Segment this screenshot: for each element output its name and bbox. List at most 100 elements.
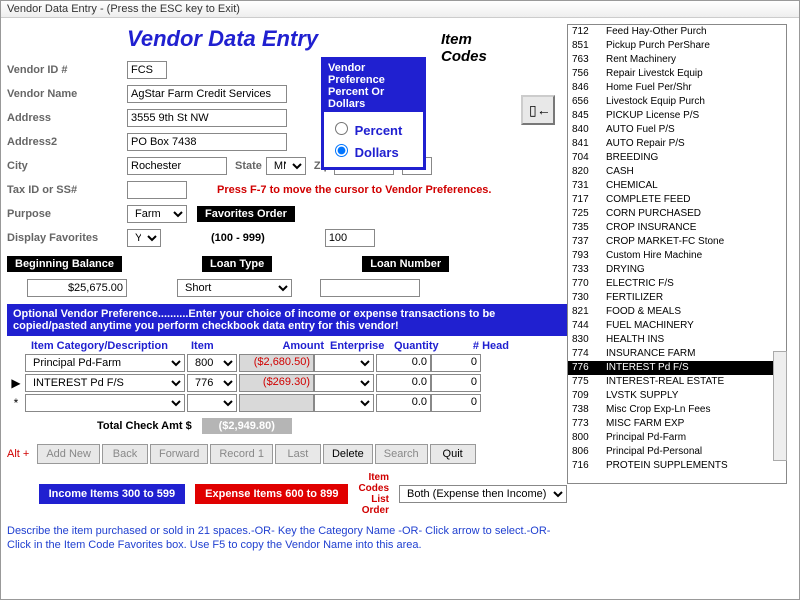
code-row[interactable]: 763Rent Machinery <box>568 53 786 67</box>
head-cell[interactable]: 0 <box>431 374 481 392</box>
code-row[interactable]: 846Home Fuel Per/Shr <box>568 81 786 95</box>
code-row[interactable]: 770ELECTRIC F/S <box>568 277 786 291</box>
list-order-label: Item Codes List Order <box>358 472 389 516</box>
code-row[interactable]: 774INSURANCE FARM <box>568 347 786 361</box>
amount-cell[interactable]: ($269.30) <box>239 374 314 392</box>
table-row: Principal Pd-Farm800($2,680.50) 0.00 <box>7 354 567 372</box>
item-select[interactable]: 800 <box>187 354 237 372</box>
beginning-balance-field[interactable] <box>27 279 127 297</box>
address2-field[interactable] <box>127 133 287 151</box>
code-row[interactable]: 709LVSTK SUPPLY <box>568 389 786 403</box>
row-marker: ▶ <box>7 376 25 390</box>
table-row: *0.00 <box>7 394 567 412</box>
code-row[interactable]: 717COMPLETE FEED <box>568 193 786 207</box>
code-row[interactable]: 737CROP MARKET-FC Stone <box>568 235 786 249</box>
pref-dollars-radio[interactable]: Dollars <box>330 141 417 160</box>
code-row[interactable]: 830HEALTH INS <box>568 333 786 347</box>
label-display-favorites: Display Favorites <box>7 232 127 244</box>
vendor-name-field[interactable] <box>127 85 287 103</box>
display-favorites-select[interactable]: Y <box>127 229 161 247</box>
pref-percent-radio[interactable]: Percent <box>330 119 417 138</box>
back-button[interactable]: Back <box>102 444 148 464</box>
head-cell[interactable]: 0 <box>431 354 481 372</box>
amount-cell[interactable] <box>239 394 314 412</box>
table-scrollbar[interactable] <box>773 351 787 461</box>
code-row[interactable]: 756Repair Livestck Equip <box>568 67 786 81</box>
enterprise-select[interactable] <box>314 354 374 372</box>
code-row[interactable]: 733DRYING <box>568 263 786 277</box>
label-purpose: Purpose <box>7 208 127 220</box>
exit-icon-button[interactable]: ▯← <box>521 95 555 125</box>
code-row[interactable]: 806Principal Pd-Personal <box>568 445 786 459</box>
hint-f7: Press F-7 to move the cursor to Vendor P… <box>217 184 491 196</box>
add-new-button[interactable]: Add New <box>37 444 100 464</box>
code-row[interactable]: 775INTEREST-REAL ESTATE <box>568 375 786 389</box>
item-select[interactable]: 776 <box>187 374 237 392</box>
loan-number-label: Loan Number <box>362 256 449 272</box>
favorites-order-label: Favorites Order <box>197 206 295 222</box>
tax-id-field[interactable] <box>127 181 187 199</box>
code-row[interactable]: 793Custom Hire Machine <box>568 249 786 263</box>
delete-button[interactable]: Delete <box>323 444 373 464</box>
label-city: City <box>7 160 127 172</box>
purpose-select[interactable]: Farm <box>127 205 187 223</box>
label-vendor-name: Vendor Name <box>7 88 127 100</box>
enterprise-select[interactable] <box>314 394 374 412</box>
label-address: Address <box>7 112 127 124</box>
label-vendor-id: Vendor ID # <box>7 64 127 76</box>
code-row[interactable]: 800Principal Pd-Farm <box>568 431 786 445</box>
code-row[interactable]: 738Misc Crop Exp-Ln Fees <box>568 403 786 417</box>
forward-button[interactable]: Forward <box>150 444 208 464</box>
income-items-button[interactable]: Income Items 300 to 599 <box>39 484 186 504</box>
alt-plus-label: Alt + <box>7 448 29 460</box>
quantity-cell[interactable]: 0.0 <box>376 374 431 392</box>
code-row[interactable]: 656Livestock Equip Purch <box>568 95 786 109</box>
code-row[interactable]: 716PROTEIN SUPPLEMENTS <box>568 459 786 473</box>
quantity-cell[interactable]: 0.0 <box>376 394 431 412</box>
code-row[interactable]: 744FUEL MACHINERY <box>568 319 786 333</box>
loan-type-select[interactable]: Short <box>177 279 292 297</box>
list-order-select[interactable]: Both (Expense then Income) <box>399 485 567 503</box>
label-tax-id: Tax ID or SS# <box>7 184 127 196</box>
code-row[interactable]: 735CROP INSURANCE <box>568 221 786 235</box>
code-row[interactable]: 731CHEMICAL <box>568 179 786 193</box>
table-row: ▶INTEREST Pd F/S776($269.30) 0.00 <box>7 374 567 392</box>
window-title: Vendor Data Entry - (Press the ESC key t… <box>1 1 799 18</box>
amount-cell[interactable]: ($2,680.50) <box>239 354 314 372</box>
vendor-preference-box: Vendor Preference Percent Or Dollars Per… <box>321 57 426 170</box>
enterprise-select[interactable] <box>314 374 374 392</box>
code-row[interactable]: 704BREEDING <box>568 151 786 165</box>
table-header-row: Item Category/Description Item Amount En… <box>7 336 567 354</box>
quit-button[interactable]: Quit <box>430 444 476 464</box>
last-button[interactable]: Last <box>275 444 321 464</box>
favorites-order-field[interactable] <box>325 229 375 247</box>
search-button[interactable]: Search <box>375 444 428 464</box>
code-row[interactable]: 712Feed Hay-Other Purch <box>568 25 786 39</box>
loan-number-field[interactable] <box>320 279 420 297</box>
category-select[interactable]: Principal Pd-Farm <box>25 354 185 372</box>
code-row[interactable]: 725CORN PURCHASED <box>568 207 786 221</box>
vendor-preference-header: Vendor Preference Percent Or Dollars <box>324 60 423 112</box>
code-row[interactable]: 730FERTILIZER <box>568 291 786 305</box>
city-field[interactable] <box>127 157 227 175</box>
code-row[interactable]: 845PICKUP License P/S <box>568 109 786 123</box>
category-select[interactable]: INTEREST Pd F/S <box>25 374 185 392</box>
code-row[interactable]: 776INTEREST Pd F/S <box>568 361 786 375</box>
item-codes-list[interactable]: 712Feed Hay-Other Purch851Pickup Purch P… <box>567 24 787 484</box>
record1-button[interactable]: Record 1 <box>210 444 273 464</box>
category-select[interactable] <box>25 394 185 412</box>
state-select[interactable]: MN <box>266 157 306 175</box>
vendor-id-field[interactable] <box>127 61 167 79</box>
quantity-cell[interactable]: 0.0 <box>376 354 431 372</box>
code-row[interactable]: 820CASH <box>568 165 786 179</box>
code-row[interactable]: 821FOOD & MEALS <box>568 305 786 319</box>
head-cell[interactable]: 0 <box>431 394 481 412</box>
item-select[interactable] <box>187 394 237 412</box>
code-row[interactable]: 851Pickup Purch PerShare <box>568 39 786 53</box>
expense-items-button[interactable]: Expense Items 600 to 899 <box>195 484 348 504</box>
code-row[interactable]: 841AUTO Repair P/S <box>568 137 786 151</box>
code-row[interactable]: 840AUTO Fuel P/S <box>568 123 786 137</box>
code-row[interactable]: 773MISC FARM EXP <box>568 417 786 431</box>
total-value: ($2,949.80) <box>202 418 292 434</box>
address-field[interactable] <box>127 109 287 127</box>
